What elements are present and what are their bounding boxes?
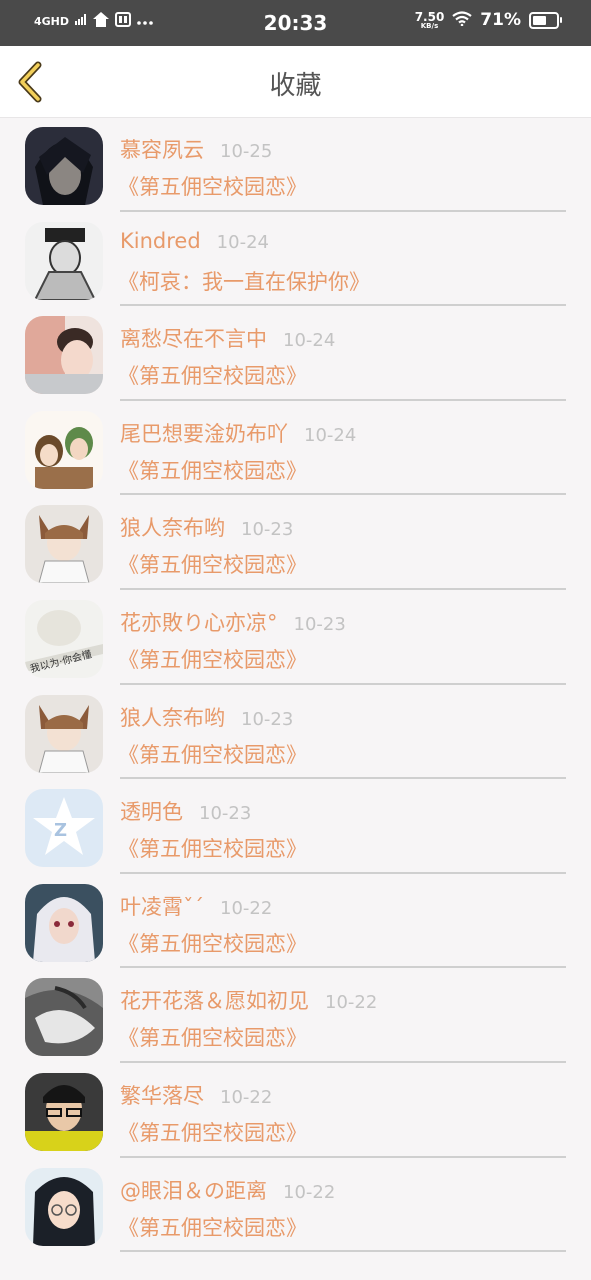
date-label: 10-24 bbox=[216, 231, 269, 253]
network-speed-value: 7.50 bbox=[414, 9, 445, 24]
user-name[interactable]: @眼泪＆の距离 bbox=[120, 1175, 267, 1205]
date-label: 10-22 bbox=[220, 1086, 273, 1108]
name-row: 尾巴想要淦奶布吖 10-24 bbox=[120, 418, 356, 448]
avatar[interactable] bbox=[25, 599, 103, 678]
user-name[interactable]: 尾巴想要淦奶布吖 bbox=[120, 418, 288, 448]
status-right: 7.50 KB/s 71% bbox=[415, 10, 562, 30]
user-name[interactable]: 花开花落＆愿如初见 bbox=[120, 985, 309, 1015]
user-name[interactable]: 离愁尽在不言中 bbox=[120, 323, 267, 353]
list-item[interactable]: Kindred 10-24 《柯哀：我一直在保护你》 bbox=[0, 212, 591, 307]
nav-bar: 收藏 bbox=[0, 46, 591, 118]
story-title[interactable]: 《第五佣空校园恋》 bbox=[118, 739, 307, 769]
page-title: 收藏 bbox=[269, 71, 322, 101]
story-title[interactable]: 《第五佣空校园恋》 bbox=[118, 1212, 307, 1242]
story-title[interactable]: 《柯哀：我一直在保护你》 bbox=[118, 266, 370, 296]
name-row: 离愁尽在不言中 10-24 bbox=[120, 323, 335, 353]
name-row: 慕容夙云 10-25 bbox=[120, 134, 272, 164]
avatar[interactable] bbox=[25, 1072, 103, 1151]
favorites-list: 慕容夙云 10-25 《第五佣空校园恋》 Kindred 10-24 《柯哀：我一直在保护… bbox=[0, 117, 591, 1253]
avatar[interactable] bbox=[25, 316, 103, 395]
network-speed-unit: KB/s bbox=[420, 21, 439, 30]
avatar[interactable] bbox=[25, 789, 103, 868]
status-bar: 4GHD 20:33 7.50 KB/s 71% bbox=[0, 0, 591, 46]
user-name[interactable]: 繁华落尽 bbox=[120, 1080, 204, 1110]
name-row: 花亦敗り心亦凉° 10-23 bbox=[120, 607, 346, 637]
avatar[interactable] bbox=[25, 978, 103, 1057]
name-row: 叶凌霄ˇˊ 10-22 bbox=[120, 891, 272, 921]
story-title[interactable]: 《第五佣空校园恋》 bbox=[118, 360, 307, 390]
name-row: @眼泪＆の距离 10-22 bbox=[120, 1175, 335, 1205]
date-label: 10-23 bbox=[241, 708, 294, 730]
name-row: 花开花落＆愿如初见 10-22 bbox=[120, 985, 377, 1015]
list-item[interactable]: 叶凌霄ˇˊ 10-22 《第五佣空校园恋》 bbox=[0, 874, 591, 969]
date-label: 10-25 bbox=[220, 141, 273, 162]
name-row: 透明色 10-23 bbox=[120, 796, 251, 826]
user-name[interactable]: 狼人奈布哟 bbox=[120, 512, 225, 542]
story-title[interactable]: 《第五佣空校园恋》 bbox=[118, 171, 307, 201]
story-title[interactable]: 《第五佣空校园恋》 bbox=[118, 549, 307, 579]
list-item[interactable]: @眼泪＆の距离 10-22 《第五佣空校园恋》 bbox=[0, 1158, 591, 1253]
date-label: 10-22 bbox=[283, 1181, 336, 1203]
list-item[interactable]: 繁华落尽 10-22 《第五佣空校园恋》 bbox=[0, 1063, 591, 1158]
list-item[interactable]: 慕容夙云 10-25 《第五佣空校园恋》 bbox=[0, 117, 591, 212]
avatar[interactable] bbox=[25, 221, 103, 300]
avatar[interactable] bbox=[25, 505, 103, 584]
avatar[interactable] bbox=[25, 127, 103, 205]
avatar[interactable] bbox=[25, 410, 103, 489]
story-title[interactable]: 《第五佣空校园恋》 bbox=[118, 1117, 307, 1147]
date-label: 10-23 bbox=[199, 803, 252, 825]
name-row: 狼人奈布哟 10-23 bbox=[120, 702, 293, 732]
avatar[interactable] bbox=[25, 883, 103, 962]
list-item[interactable]: 透明色 10-23 《第五佣空校园恋》 bbox=[0, 779, 591, 874]
date-label: 10-22 bbox=[325, 992, 378, 1014]
battery-icon bbox=[529, 11, 562, 29]
list-item[interactable]: 花开花落＆愿如初见 10-22 《第五佣空校园恋》 bbox=[0, 968, 591, 1063]
date-label: 10-24 bbox=[304, 424, 357, 446]
list-item[interactable]: 尾巴想要淦奶布吖 10-24 《第五佣空校园恋》 bbox=[0, 401, 591, 496]
wifi-icon bbox=[452, 10, 472, 30]
divider bbox=[120, 1250, 566, 1253]
date-label: 10-23 bbox=[241, 519, 294, 541]
battery-percent: 71% bbox=[480, 10, 521, 30]
user-name[interactable]: 慕容夙云 bbox=[120, 134, 204, 164]
story-title[interactable]: 《第五佣空校园恋》 bbox=[118, 1022, 307, 1052]
user-name[interactable]: 花亦敗り心亦凉° bbox=[120, 607, 278, 637]
list-item[interactable]: 花亦敗り心亦凉° 10-23 《第五佣空校园恋》 bbox=[0, 590, 591, 685]
list-item[interactable]: 离愁尽在不言中 10-24 《第五佣空校园恋》 bbox=[0, 306, 591, 401]
user-name[interactable]: 透明色 bbox=[120, 796, 183, 826]
date-label: 10-23 bbox=[293, 613, 346, 635]
list-item[interactable]: 狼人奈布哟 10-23 《第五佣空校园恋》 bbox=[0, 685, 591, 780]
name-row: Kindred 10-24 bbox=[120, 229, 269, 253]
story-title[interactable]: 《第五佣空校园恋》 bbox=[118, 644, 307, 674]
story-title[interactable]: 《第五佣空校园恋》 bbox=[118, 455, 307, 485]
user-name[interactable]: Kindred bbox=[120, 229, 201, 253]
user-name[interactable]: 狼人奈布哟 bbox=[120, 702, 225, 732]
date-label: 10-22 bbox=[220, 897, 273, 919]
date-label: 10-24 bbox=[283, 330, 336, 352]
story-title[interactable]: 《第五佣空校园恋》 bbox=[118, 833, 307, 863]
avatar[interactable] bbox=[25, 1167, 103, 1246]
avatar[interactable] bbox=[25, 694, 103, 773]
list-item[interactable]: 狼人奈布哟 10-23 《第五佣空校园恋》 bbox=[0, 495, 591, 590]
name-row: 狼人奈布哟 10-23 bbox=[120, 512, 293, 542]
user-name[interactable]: 叶凌霄ˇˊ bbox=[120, 891, 204, 921]
story-title[interactable]: 《第五佣空校园恋》 bbox=[118, 928, 307, 958]
network-speed: 7.50 KB/s bbox=[415, 11, 445, 30]
name-row: 繁华落尽 10-22 bbox=[120, 1080, 272, 1110]
